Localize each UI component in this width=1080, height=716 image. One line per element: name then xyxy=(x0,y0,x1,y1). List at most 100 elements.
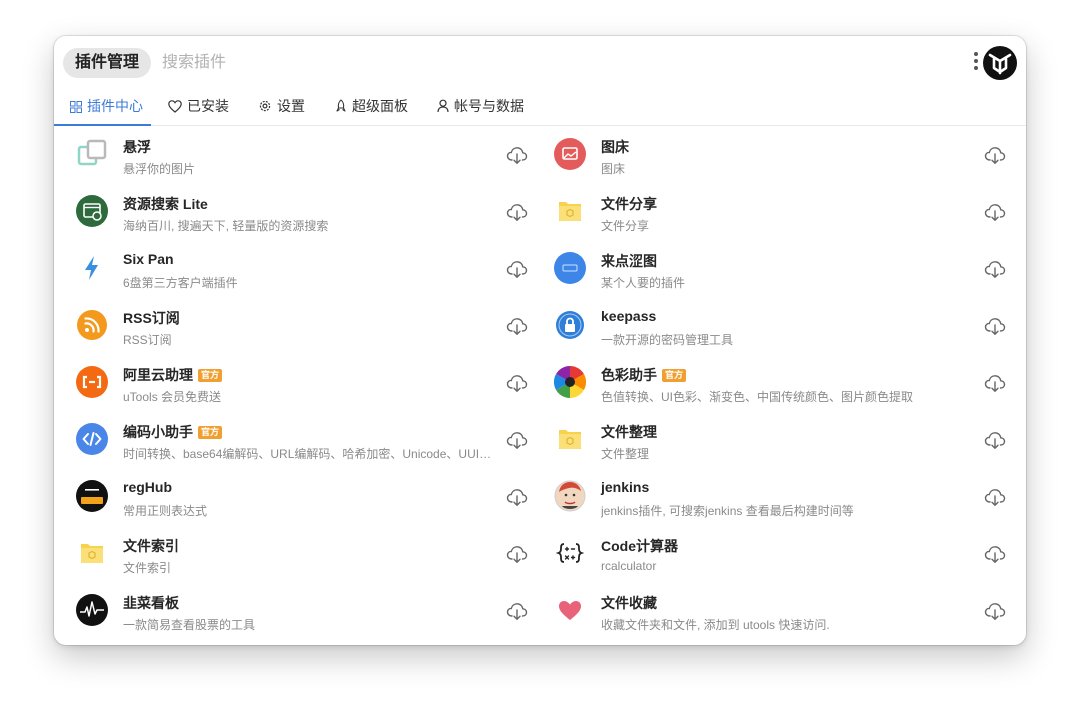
vertical-ellipsis-icon[interactable] xyxy=(972,52,980,74)
plugin-description: 海纳百川, 搜遍天下, 轻量版的资源搜索 xyxy=(123,219,329,233)
tab-settings[interactable]: 设置 xyxy=(258,92,305,126)
plugin-name-text: Six Pan xyxy=(123,251,174,267)
lightning-icon xyxy=(85,256,98,280)
plugin-item[interactable]: Code计算器 rcalculator xyxy=(532,526,1009,583)
plugin-item[interactable]: 来点涩图 某个人要的插件 xyxy=(532,241,1009,298)
folder-box-icon xyxy=(81,544,103,563)
cloud-download-icon[interactable] xyxy=(984,201,1006,223)
tab-plugin-center[interactable]: 插件中心 xyxy=(70,92,143,126)
plugin-item[interactable]: 悬浮 悬浮你的图片 xyxy=(54,127,531,184)
plugin-item[interactable]: 资源搜索 Lite 海纳百川, 搜遍天下, 轻量版的资源搜索 xyxy=(54,184,531,241)
plugin-name: 色彩助手 官方 xyxy=(601,365,687,385)
cloud-download-icon[interactable] xyxy=(506,486,528,508)
cloud-download-icon[interactable] xyxy=(984,486,1006,508)
tab-label: 插件中心 xyxy=(87,98,143,114)
tab-label: 设置 xyxy=(277,98,305,114)
plugin-item[interactable]: 阿里云助理 官方 uTools 会员免费送 xyxy=(54,355,531,412)
cloud-download-icon[interactable] xyxy=(984,258,1006,280)
plugin-name: Six Pan xyxy=(123,251,174,267)
plugin-name-text: jenkins xyxy=(601,479,650,495)
plugin-name-text: 来点涩图 xyxy=(601,253,657,269)
plugin-item[interactable]: 图床 图床 xyxy=(532,127,1009,184)
plugin-name: RSS订阅 xyxy=(123,308,180,328)
plugin-item[interactable]: 色彩助手 官方 色值转换、UI色彩、渐变色、中国传统颜色、图片颜色提取 xyxy=(532,355,1009,412)
plugin-item[interactable]: 文件整理 文件整理 xyxy=(532,412,1009,469)
plugin-description: 文件整理 xyxy=(601,447,650,461)
plugin-item[interactable]: 文件索引 文件索引 xyxy=(54,526,531,583)
folder-box-icon xyxy=(559,202,581,221)
utools-logo-icon[interactable] xyxy=(983,46,1017,80)
cloud-download-icon[interactable] xyxy=(984,429,1006,451)
plugin-name-text: RSS订阅 xyxy=(123,310,180,326)
plugin-item[interactable]: 文件分享 文件分享 xyxy=(532,184,1009,241)
plugin-name-text: 图床 xyxy=(601,139,629,155)
plugin-name-text: 编码小助手 xyxy=(123,424,193,440)
plugin-item[interactable]: keepass 一款开源的密码管理工具 xyxy=(532,298,1009,355)
plugin-name: keepass xyxy=(601,308,656,324)
cloud-download-icon[interactable] xyxy=(984,315,1006,337)
tab-account-data[interactable]: 帐号与数据 xyxy=(437,92,524,126)
plugin-name-text: 文件整理 xyxy=(601,424,657,440)
plugin-description: uTools 会员免费送 xyxy=(123,390,222,404)
plugin-name: 编码小助手 官方 xyxy=(123,422,223,442)
plugin-item[interactable]: 编码小助手 官方 时间转换、base64编解码、URL编解码、哈希加密、Unico… xyxy=(54,412,531,469)
plugin-description: 一款简易查看股票的工具 xyxy=(123,618,256,632)
plugin-name: 韭菜看板 xyxy=(123,593,179,613)
plugin-item[interactable]: jenkins jenkins插件, 可搜索jenkins 查看最后构建时间等 xyxy=(532,469,1009,526)
plugin-name-text: 韭菜看板 xyxy=(123,595,179,611)
grid-icon xyxy=(70,101,82,113)
plugin-name-text: 悬浮 xyxy=(123,139,151,155)
plugin-name-text: 文件分享 xyxy=(601,196,657,212)
plugin-description: 6盘第三方客户端插件 xyxy=(123,276,238,290)
blue-circle-icon xyxy=(554,252,586,284)
cloud-download-icon[interactable] xyxy=(984,144,1006,166)
page-title[interactable]: 插件管理 xyxy=(63,48,152,78)
plugin-description: 一款开源的密码管理工具 xyxy=(601,333,734,347)
plugin-item[interactable]: RSS订阅 RSS订阅 xyxy=(54,298,531,355)
aliyun-icon xyxy=(76,366,108,398)
plugin-name-text: Code计算器 xyxy=(601,538,678,554)
plugin-description: 色值转换、UI色彩、渐变色、中国传统颜色、图片颜色提取 xyxy=(601,390,914,404)
folder-box-icon xyxy=(559,430,581,449)
plugin-name: Code计算器 xyxy=(601,536,678,556)
tab-label: 超级面板 xyxy=(352,98,408,114)
color-wheel-icon xyxy=(553,365,587,399)
plugin-name: 文件收藏 xyxy=(601,593,657,613)
official-badge: 官方 xyxy=(662,369,687,382)
tab-super-panel[interactable]: 超级面板 xyxy=(335,92,408,126)
cloud-download-icon[interactable] xyxy=(984,372,1006,394)
plugin-name: 图床 xyxy=(601,137,629,157)
plugin-description: RSS订阅 xyxy=(123,333,172,347)
plugin-item[interactable]: 韭菜看板 一款简易查看股票的工具 xyxy=(54,583,531,640)
resource-search-icon xyxy=(76,195,108,227)
cloud-download-icon[interactable] xyxy=(506,429,528,451)
plugin-item[interactable]: 文件收藏 收藏文件夹和文件, 添加到 utools 快速访问. xyxy=(532,583,1009,640)
cloud-download-icon[interactable] xyxy=(506,315,528,337)
official-badge: 官方 xyxy=(198,369,223,382)
cloud-download-icon[interactable] xyxy=(506,201,528,223)
plugin-grid: 悬浮 悬浮你的图片 资源搜索 Lite 海纳百川, 搜遍天下, 轻量版的资源搜索… xyxy=(54,127,1026,645)
cloud-download-icon[interactable] xyxy=(506,543,528,565)
plugin-item[interactable]: Six Pan 6盘第三方客户端插件 xyxy=(54,241,531,298)
tab-bar: 插件中心 已安装 设置 超级面板 帐号与数据 xyxy=(54,92,1026,126)
plugin-name-text: regHub xyxy=(123,479,172,495)
plugin-name-text: 文件索引 xyxy=(123,538,179,554)
plugin-item[interactable]: regHub 常用正则表达式 xyxy=(54,469,531,526)
plugin-name: 阿里云助理 官方 xyxy=(123,365,223,385)
plugin-name-text: 资源搜索 Lite xyxy=(123,196,208,212)
plugin-description: 文件索引 xyxy=(123,561,172,575)
search-input[interactable] xyxy=(162,48,862,78)
plugin-description: 某个人要的插件 xyxy=(601,276,686,290)
float-window-icon xyxy=(77,139,107,166)
cloud-download-icon[interactable] xyxy=(506,372,528,394)
cloud-download-icon[interactable] xyxy=(506,258,528,280)
tab-installed[interactable]: 已安装 xyxy=(168,92,229,126)
cloud-download-icon[interactable] xyxy=(984,600,1006,622)
rss-icon xyxy=(77,310,107,340)
cloud-download-icon[interactable] xyxy=(506,144,528,166)
cloud-download-icon[interactable] xyxy=(984,543,1006,565)
tab-label: 已安装 xyxy=(187,98,229,114)
plugin-name: jenkins xyxy=(601,479,649,495)
plugin-name: 资源搜索 Lite xyxy=(123,194,208,214)
cloud-download-icon[interactable] xyxy=(506,600,528,622)
